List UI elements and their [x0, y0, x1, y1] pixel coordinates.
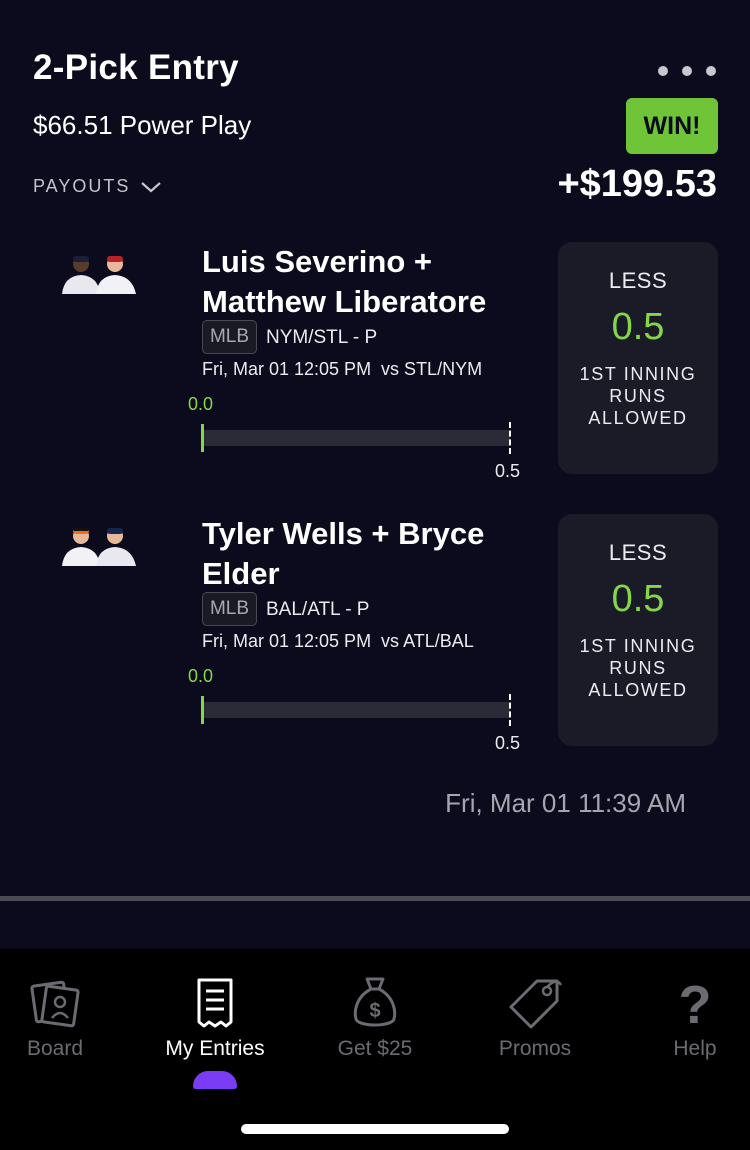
nav-promos-label: Promos [498, 1037, 572, 1060]
svg-text:$: $ [369, 1000, 380, 1022]
nav-board-label: Board [26, 1037, 84, 1060]
progress-current: 0.0 [188, 666, 214, 686]
nav-help[interactable]: ? Help [625, 975, 750, 1061]
line-marker [509, 694, 511, 726]
progress-line-label: 0.5 [495, 733, 521, 753]
player-names: Tyler Wells + Bryce Elder [202, 516, 485, 591]
spacer [0, 901, 750, 949]
stat-line: 0.5 [611, 306, 665, 348]
player-avatars [62, 528, 136, 566]
progress-line-label: 0.5 [495, 461, 521, 481]
nav-board[interactable]: Board [0, 975, 125, 1061]
tag-icon [509, 979, 563, 1029]
dot [706, 66, 716, 76]
nav-get-25-label: Get $25 [337, 1037, 413, 1060]
nav-help-label: Help [673, 1037, 717, 1060]
stat-card: LESS 0.5 1ST INNING RUNS ALLOWED [558, 514, 718, 746]
stat-direction: LESS [608, 268, 668, 293]
progress-current: 0.0 [188, 394, 214, 414]
nav-promos[interactable]: Promos [465, 975, 605, 1061]
money-bag-icon: $ [353, 977, 397, 1027]
entry-subtitle: $66.51 Power Play [33, 110, 252, 140]
question-icon: ? [679, 975, 712, 1031]
stat-line: 0.5 [611, 578, 665, 620]
payouts-toggle[interactable]: PAYOUTS [33, 176, 162, 197]
stat-direction: LESS [608, 540, 668, 565]
game-info: Fri, Mar 01 12:05 PM vs ATL/BAL [202, 631, 474, 651]
payouts-label: PAYOUTS [33, 176, 131, 196]
league-badge: MLB [202, 592, 257, 626]
entry-date: Fri, Mar 01 11:39 AM [445, 788, 686, 818]
dot [682, 66, 692, 76]
line-marker [509, 422, 511, 454]
receipt-icon [197, 978, 233, 1028]
nav-my-entries[interactable]: My Entries [145, 975, 285, 1061]
chevron-down-icon [141, 181, 162, 192]
progress-marker [201, 696, 204, 724]
win-badge: WIN! [626, 98, 718, 154]
bottom-nav: Board My Entries $ Get $25 Promos ? Help [0, 949, 750, 1150]
board-icon [30, 980, 80, 1028]
progress-track [202, 702, 510, 718]
nav-get-25[interactable]: $ Get $25 [305, 975, 445, 1061]
game-info: Fri, Mar 01 12:05 PM vs STL/NYM [202, 359, 483, 379]
nav-my-entries-label: My Entries [165, 1037, 265, 1060]
stat-card: LESS 0.5 1ST INNING RUNS ALLOWED [558, 242, 718, 474]
pick-card[interactable]: Tyler Wells + Bryce Elder MLB BAL/ATL - … [0, 514, 750, 754]
pick-card[interactable]: Luis Severino + Matthew Liberatore MLB N… [0, 242, 750, 482]
svg-text:?: ? [679, 975, 712, 1031]
more-options-icon[interactable] [658, 66, 716, 76]
home-indicator[interactable] [241, 1124, 509, 1134]
payout-amount: +$199.53 [557, 163, 717, 205]
progress-track [202, 430, 510, 446]
team-position: NYM/STL - P [266, 327, 378, 348]
team-position: BAL/ATL - P [266, 599, 370, 620]
entry-title: 2-Pick Entry [33, 48, 239, 87]
league-badge: MLB [202, 320, 257, 354]
stat-type: 1ST INNING RUNS ALLOWED [579, 364, 697, 428]
active-tab-indicator [193, 1071, 237, 1089]
stat-type: 1ST INNING RUNS ALLOWED [579, 636, 697, 700]
dot [658, 66, 668, 76]
player-names: Luis Severino + Matthew Liberatore [202, 244, 487, 319]
player-avatars [62, 256, 136, 294]
progress-marker [201, 424, 204, 452]
